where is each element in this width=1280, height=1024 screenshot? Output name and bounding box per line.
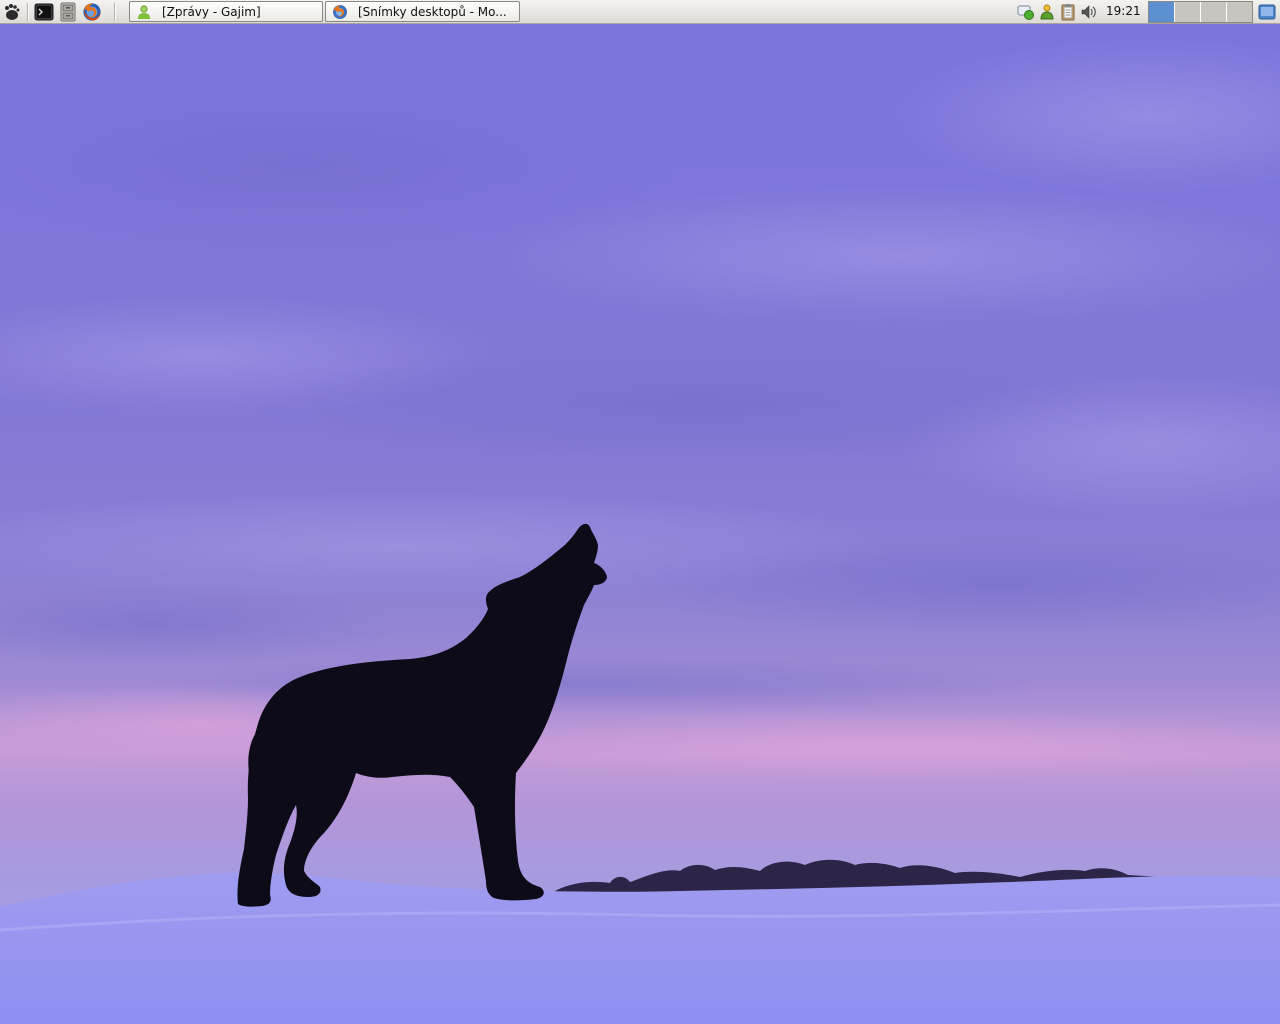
clipboard-icon[interactable] bbox=[1059, 3, 1077, 21]
workspace-2[interactable] bbox=[1175, 2, 1201, 22]
taskbar-item-firefox[interactable]: [Snímky desktopů - Mo... bbox=[325, 1, 520, 22]
desktop-wallpaper bbox=[0, 25, 1280, 1024]
file-manager-icon bbox=[60, 2, 76, 22]
panel-separator bbox=[27, 3, 29, 21]
firefox-launcher[interactable] bbox=[82, 2, 102, 22]
chat-status-icon[interactable] bbox=[1017, 3, 1035, 21]
gnome-foot-icon bbox=[5, 4, 20, 20]
taskbar-item-gajim[interactable]: [Zprávy - Gajim] bbox=[129, 1, 323, 22]
network-icon[interactable] bbox=[1038, 3, 1056, 21]
main-menu-button[interactable] bbox=[1, 2, 21, 22]
desktop-screen: [Zprávy - Gajim] [Snímky desktopů - Mo..… bbox=[0, 0, 1280, 1024]
taskbar-item-label: [Zprávy - Gajim] bbox=[162, 4, 261, 19]
clock[interactable]: 19:21 bbox=[1106, 4, 1141, 18]
file-manager-launcher[interactable] bbox=[58, 2, 78, 22]
workspace-4[interactable] bbox=[1227, 2, 1252, 22]
snow-ground bbox=[0, 872, 1280, 1024]
gajim-icon bbox=[138, 4, 150, 19]
workspace-switcher[interactable] bbox=[1148, 1, 1253, 23]
firefox-icon bbox=[333, 4, 347, 19]
firefox-icon bbox=[83, 3, 101, 21]
taskbar-item-label: [Snímky desktopů - Mo... bbox=[358, 4, 507, 19]
workspace-3[interactable] bbox=[1201, 2, 1227, 22]
terminal-launcher[interactable] bbox=[34, 2, 54, 22]
workspace-1[interactable] bbox=[1149, 2, 1175, 22]
panel-separator bbox=[114, 3, 116, 21]
top-panel: [Zprávy - Gajim] [Snímky desktopů - Mo..… bbox=[0, 0, 1280, 24]
volume-icon[interactable] bbox=[1080, 3, 1098, 21]
terminal-icon bbox=[34, 3, 54, 21]
show-desktop-icon[interactable] bbox=[1257, 2, 1277, 22]
